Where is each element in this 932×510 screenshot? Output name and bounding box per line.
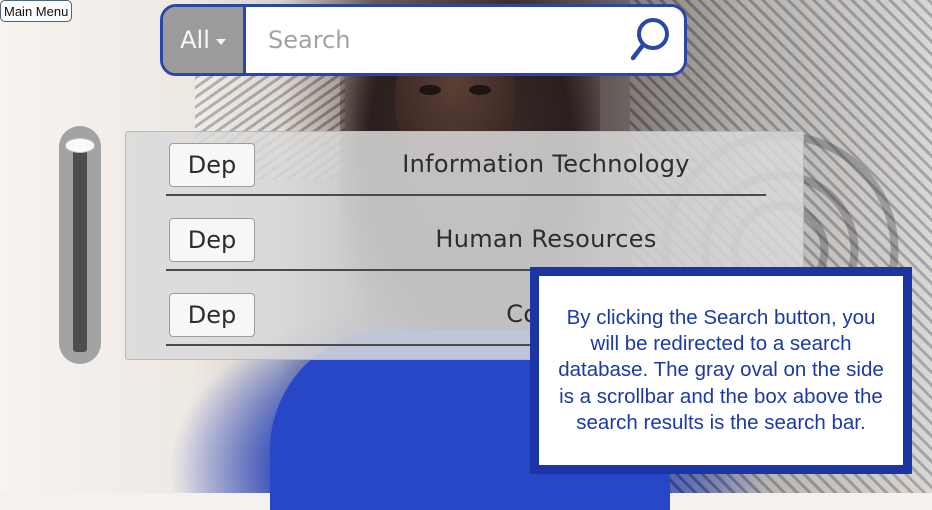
department-badge[interactable]: Dep bbox=[169, 293, 255, 337]
scope-label: All bbox=[180, 26, 210, 54]
eye-left bbox=[419, 85, 441, 95]
result-row[interactable]: Dep Human Resources bbox=[166, 217, 766, 271]
search-icon bbox=[630, 18, 669, 61]
annotation-text: By clicking the Search button, you will … bbox=[558, 306, 884, 434]
scope-dropdown[interactable]: All bbox=[163, 7, 246, 73]
search-input[interactable] bbox=[246, 7, 616, 73]
search-bar: All bbox=[160, 4, 687, 76]
result-name: Human Resources bbox=[435, 225, 657, 253]
results-scrollbar[interactable] bbox=[59, 126, 101, 364]
caret-down-icon bbox=[215, 38, 226, 45]
main-menu-button[interactable]: Main Menu bbox=[0, 0, 73, 22]
department-badge[interactable]: Dep bbox=[169, 218, 255, 262]
scrollbar-track bbox=[73, 142, 87, 352]
search-button[interactable] bbox=[616, 7, 684, 73]
annotation-callout: By clicking the Search button, you will … bbox=[530, 267, 912, 474]
eye-right bbox=[469, 85, 491, 95]
result-row[interactable]: Dep Information Technology bbox=[166, 142, 766, 196]
department-badge[interactable]: Dep bbox=[169, 143, 255, 187]
scrollbar-thumb[interactable] bbox=[65, 138, 95, 153]
result-name: Information Technology bbox=[402, 150, 690, 178]
